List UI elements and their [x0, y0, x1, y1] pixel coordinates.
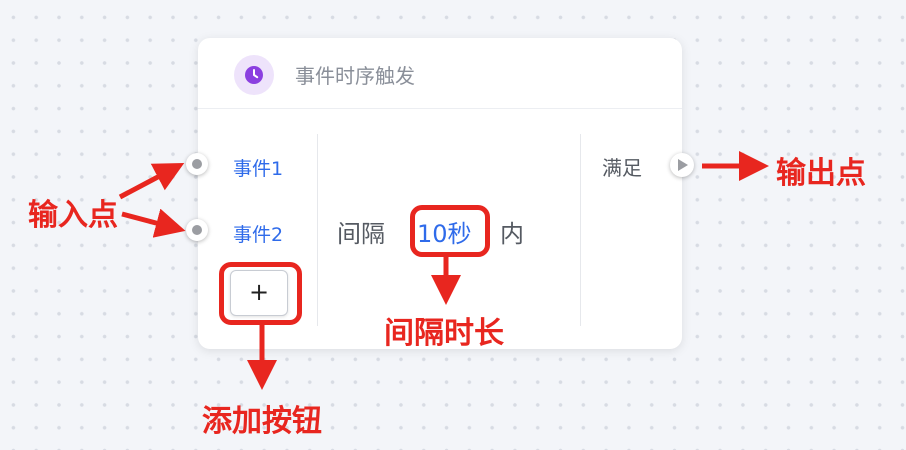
arrow-to-input-1 — [118, 162, 185, 200]
arrow-to-input-2 — [121, 208, 186, 238]
annotation-arrows — [118, 151, 769, 390]
annotation-add-button: 添加按钮 — [202, 404, 322, 439]
annotation-output-point: 输出点 — [776, 156, 866, 191]
annotation-input-points: 输入点 — [28, 198, 118, 233]
annotation-interval-duration: 间隔时长 — [384, 316, 504, 351]
